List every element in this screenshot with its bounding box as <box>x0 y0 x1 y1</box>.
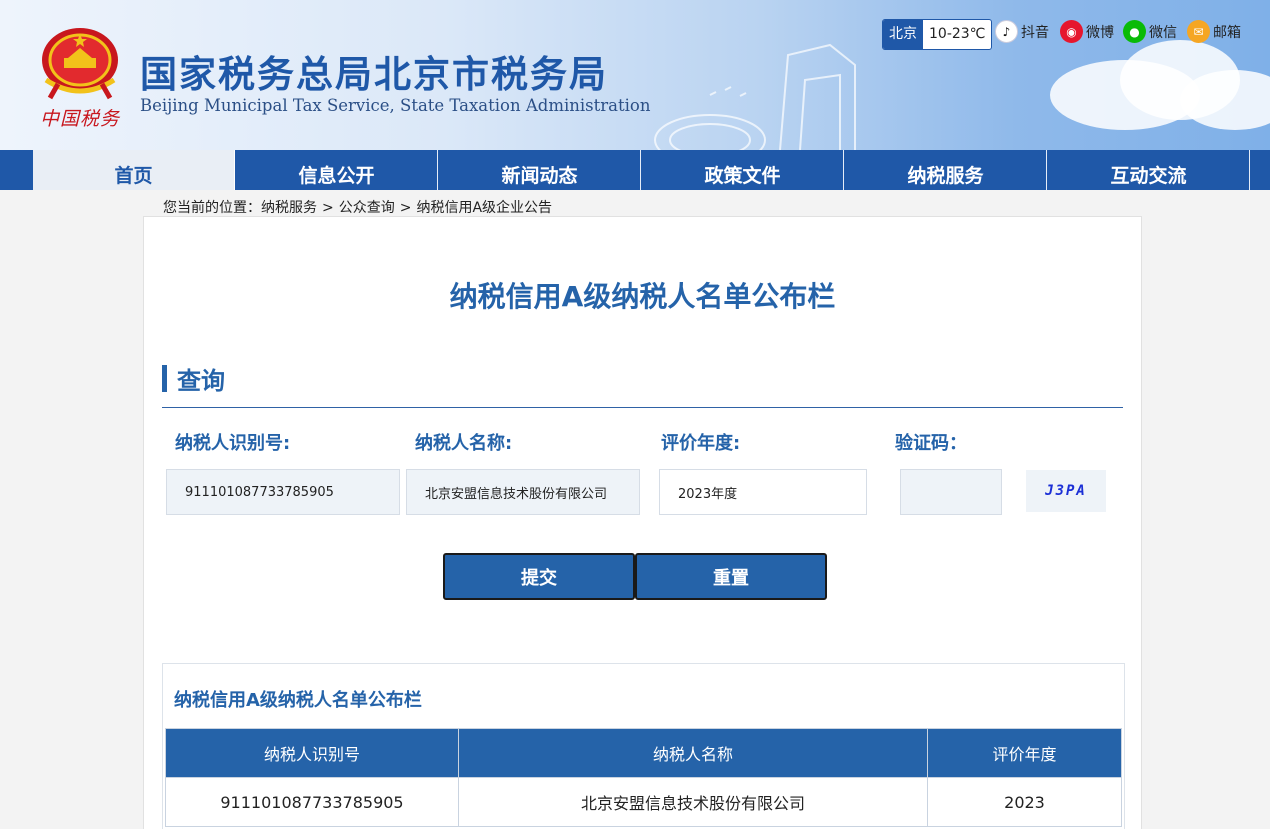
national-emblem-icon <box>42 28 118 100</box>
douyin-icon: ♪ <box>995 20 1018 43</box>
section-marker <box>162 365 167 392</box>
breadcrumb-current[interactable]: 纳税信用A级企业公告 <box>416 200 552 216</box>
page-title: 纳税信用A级纳税人名单公布栏 <box>449 280 836 313</box>
wechat-label: 微信 <box>1149 24 1177 41</box>
captcha-input[interactable] <box>900 469 1002 515</box>
year-select[interactable]: 2023年度 <box>659 469 867 515</box>
breadcrumb: 您当前的位置：纳税服务 > 公众查询 > 纳税信用A级企业公告 <box>163 197 552 217</box>
china-tax-seal-text: 中国税务 <box>40 108 121 130</box>
nav-item-tax-service[interactable]: 纳税服务 <box>845 150 1047 190</box>
wechat-icon: ● <box>1123 20 1146 43</box>
column-header-year: 评价年度 <box>927 728 1122 778</box>
douyin-link[interactable]: ♪ 抖音 <box>995 20 1049 43</box>
breadcrumb-separator: > <box>399 200 412 216</box>
column-header-taxpayer-name: 纳税人名称 <box>458 728 928 778</box>
nav-item-policy[interactable]: 政策文件 <box>642 150 844 190</box>
year-label: 评价年度: <box>661 433 741 454</box>
breadcrumb-public-query[interactable]: 公众查询 <box>339 200 395 216</box>
table-header-row: 纳税人识别号 纳税人名称 评价年度 <box>165 728 1122 778</box>
breadcrumb-prefix: 您当前的位置： <box>163 200 261 216</box>
cell-taxpayer-name: 北京安盟信息技术股份有限公司 <box>458 777 928 827</box>
cloud-decoration <box>1180 70 1270 130</box>
breadcrumb-tax-service[interactable]: 纳税服务 <box>261 200 317 216</box>
breadcrumb-separator: > <box>322 200 334 216</box>
results-box: 纳税信用A级纳税人名单公布栏 纳税人识别号 纳税人名称 评价年度 9111010… <box>162 663 1125 829</box>
weather-city: 北京 <box>883 20 923 49</box>
captcha-image[interactable]: J3PA <box>1026 470 1106 512</box>
weibo-link[interactable]: ◉ 微博 <box>1060 20 1114 43</box>
weather-temp: 10-23℃ <box>929 26 986 42</box>
mail-link[interactable]: ✉ 邮箱 <box>1187 20 1241 43</box>
cell-year: 2023 <box>927 777 1122 827</box>
taxpayer-name-label: 纳税人名称: <box>415 433 513 454</box>
reset-button[interactable]: 重置 <box>635 553 827 600</box>
taxpayer-id-label: 纳税人识别号: <box>175 433 291 454</box>
site-title: 国家税务总局北京市税务局 <box>140 53 608 96</box>
weather-widget: 北京 10-23℃ <box>882 19 993 50</box>
nav-item-interaction[interactable]: 互动交流 <box>1048 150 1250 190</box>
query-section-label: 查询 <box>177 367 225 395</box>
taxpayer-id-input[interactable]: 911101087733785905 <box>166 469 400 515</box>
site-subtitle: Beijing Municipal Tax Service, State Tax… <box>140 96 651 115</box>
nav-item-news[interactable]: 新闻动态 <box>439 150 641 190</box>
skyline-illustration <box>654 43 856 150</box>
results-title: 纳税信用A级纳税人名单公布栏 <box>174 690 422 711</box>
main-nav: 首页 信息公开 新闻动态 政策文件 纳税服务 互动交流 <box>0 150 1270 190</box>
cell-taxpayer-id: 911101087733785905 <box>165 777 459 827</box>
table-row: 911101087733785905 北京安盟信息技术股份有限公司 2023 <box>165 777 1122 827</box>
weibo-label: 微博 <box>1086 24 1114 41</box>
captcha-label: 验证码： <box>895 433 967 454</box>
results-table: 纳税人识别号 纳税人名称 评价年度 911101087733785905 北京安… <box>165 728 1122 827</box>
query-section-header: 查询 <box>162 365 225 395</box>
column-header-taxpayer-id: 纳税人识别号 <box>165 728 459 778</box>
wechat-link[interactable]: ● 微信 <box>1123 20 1177 43</box>
nav-item-home[interactable]: 首页 <box>33 150 235 190</box>
douyin-label: 抖音 <box>1021 24 1049 41</box>
section-divider <box>162 407 1123 408</box>
submit-button[interactable]: 提交 <box>443 553 635 600</box>
nav-item-info-disclosure[interactable]: 信息公开 <box>236 150 438 190</box>
site-header: 中国税务 国家税务总局北京市税务局 Beijing Municipal Tax … <box>0 0 1270 150</box>
mail-icon: ✉ <box>1187 20 1210 43</box>
mail-label: 邮箱 <box>1213 24 1241 41</box>
weibo-icon: ◉ <box>1060 20 1083 43</box>
main-panel: 纳税信用A级纳税人名单公布栏 查询 纳税人识别号: 纳税人名称: 评价年度: 验… <box>143 216 1142 829</box>
taxpayer-name-input[interactable]: 北京安盟信息技术股份有限公司 <box>406 469 640 515</box>
